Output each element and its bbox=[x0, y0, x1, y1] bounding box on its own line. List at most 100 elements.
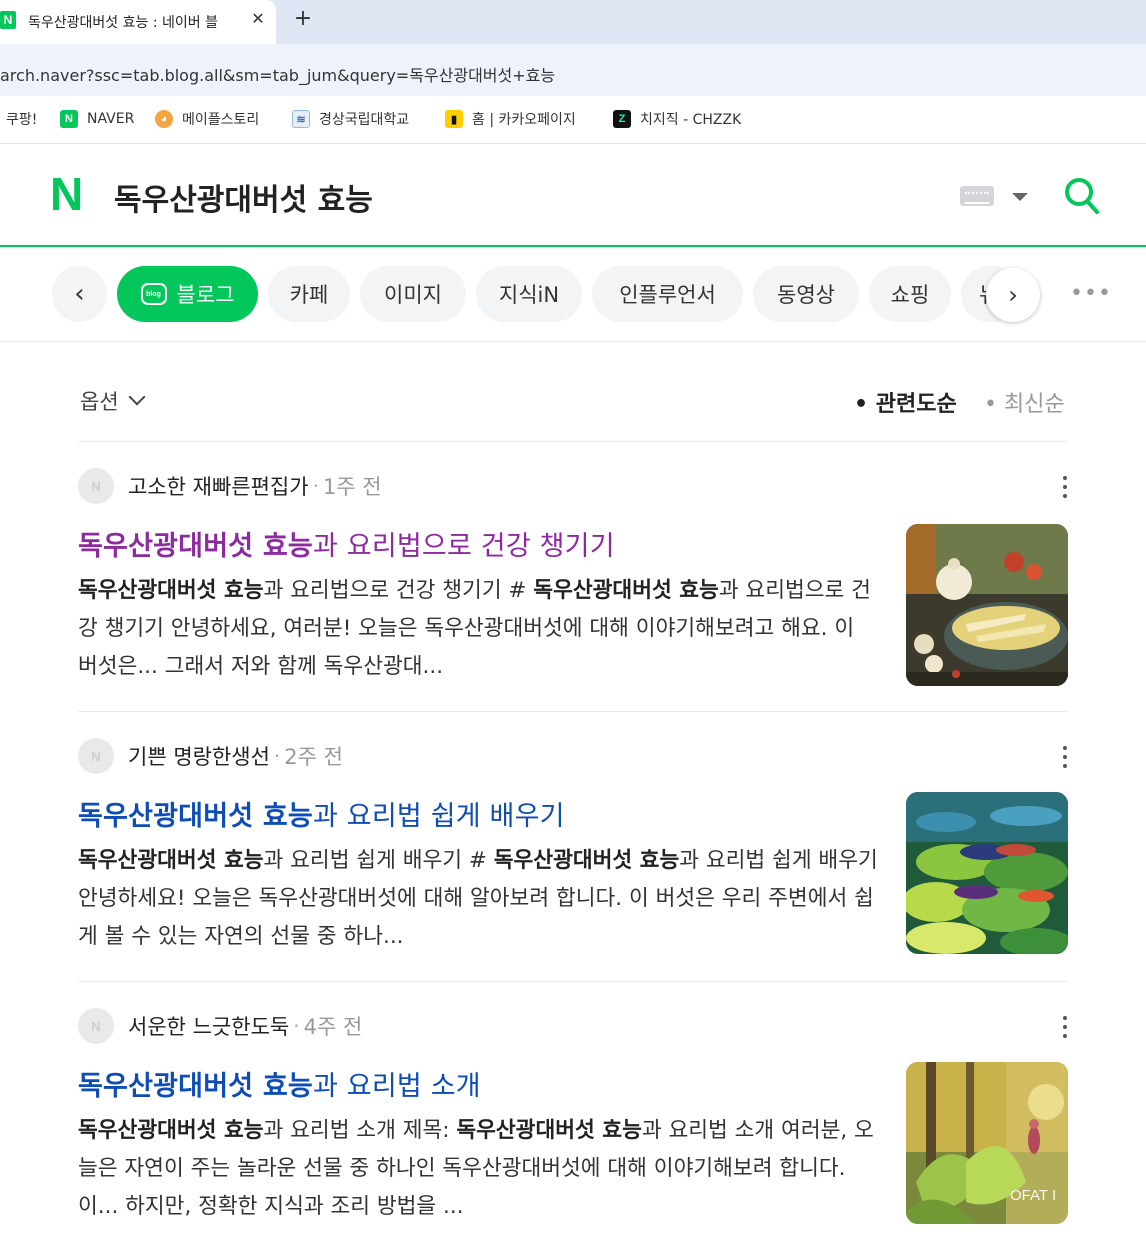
bookmark-naver[interactable]: N NAVER bbox=[60, 108, 134, 130]
bookmark-label: 치지직 - CHZZK bbox=[640, 112, 742, 128]
more-options-icon[interactable] bbox=[1062, 746, 1068, 768]
avatar[interactable]: N bbox=[78, 468, 114, 504]
tab-label: 지식iN bbox=[498, 283, 560, 307]
tab-influencer[interactable]: 인플루언서 bbox=[592, 266, 743, 322]
chevron-down-icon bbox=[128, 388, 146, 406]
search-icon[interactable] bbox=[1064, 177, 1100, 215]
result-title-link[interactable]: 독우산광대버섯 효능과 요리법 쉽게 배우기 bbox=[78, 794, 565, 833]
title-rest: 과 요리법 소개 bbox=[312, 1071, 481, 1102]
title-highlight: 독우산광대버섯 효능 bbox=[78, 1071, 313, 1102]
bookmark-maplestory[interactable]: ◕ 메이플스토리 bbox=[155, 108, 259, 130]
result-snippet[interactable]: 독우산광대버섯 효능과 요리법으로 건강 챙기기 # 독우산광대버섯 효능과 요… bbox=[78, 572, 878, 686]
kakaopage-icon: ▮ bbox=[445, 110, 463, 128]
snippet-highlight: 독우산광대버섯 효능 bbox=[78, 1118, 264, 1143]
bookmark-kakaopage[interactable]: ▮ 홈 | 카카오페이지 bbox=[445, 108, 576, 130]
tab-close-icon[interactable]: ✕ bbox=[248, 9, 268, 31]
more-options-icon[interactable] bbox=[1062, 476, 1068, 498]
result-title-link[interactable]: 독우산광대버섯 효능과 요리법으로 건강 챙기기 bbox=[78, 524, 615, 563]
options-button[interactable]: 옵션 bbox=[80, 386, 146, 416]
bookmark-label: 메이플스토리 bbox=[182, 112, 260, 128]
tab-kin[interactable]: 지식iN bbox=[476, 266, 582, 322]
avatar[interactable]: N bbox=[78, 1008, 114, 1044]
search-header: N 독우산광대버섯 효능 bbox=[0, 145, 1146, 247]
maplestory-icon: ◕ bbox=[155, 110, 173, 128]
snippet-highlight: 독우산광대버섯 효능 bbox=[456, 1118, 642, 1143]
result-title-link[interactable]: 독우산광대버섯 효능과 요리법 소개 bbox=[78, 1064, 481, 1103]
bookmark-label: 홈 | 카카오페이지 bbox=[472, 112, 576, 128]
title-highlight: 독우산광대버섯 효능 bbox=[78, 531, 313, 562]
post-time: 2주 전 bbox=[284, 745, 343, 769]
tab-blog[interactable]: blog 블로그 bbox=[117, 266, 258, 322]
separator-dot: · bbox=[273, 744, 281, 768]
bookmark-label: NAVER bbox=[87, 111, 135, 127]
snippet-text: 과 요리법 소개 제목: bbox=[263, 1118, 457, 1143]
options-row: 옵션 • 관련도순 • 최신순 bbox=[78, 342, 1068, 442]
prev-categories-button[interactable]: ‹ bbox=[52, 266, 107, 322]
tab-cafe[interactable]: 카페 bbox=[268, 266, 350, 322]
tab-label: 이미지 bbox=[384, 283, 442, 307]
tab-label: 블로그 bbox=[176, 283, 235, 307]
author-name[interactable]: 기쁜 명랑한생선 bbox=[128, 741, 270, 771]
result-thumbnail[interactable] bbox=[906, 524, 1068, 686]
browser-tab[interactable]: N 독우산광대버섯 효능 : 네이버 블 ✕ bbox=[0, 0, 276, 44]
result-snippet[interactable]: 독우산광대버섯 효능과 요리법 쉽게 배우기 # 독우산광대버섯 효능과 요리법… bbox=[78, 842, 878, 956]
search-result: N 기쁜 명랑한생선 · 2주 전 독우산광대버섯 효능과 요리법 쉽게 배우기… bbox=[78, 712, 1068, 982]
result-thumbnail[interactable]: OFAT I bbox=[906, 1062, 1068, 1224]
chzzk-icon: Z bbox=[613, 110, 631, 128]
search-result: N 고소한 재빠른편집가 · 1주 전 독우산광대버섯 효능과 요리법으로 건강… bbox=[78, 442, 1068, 712]
avatar[interactable]: N bbox=[78, 738, 114, 774]
title-rest: 과 요리법으로 건강 챙기기 bbox=[312, 531, 615, 562]
tab-title: 독우산광대버섯 효능 : 네이버 블 bbox=[28, 15, 218, 31]
university-icon: ≋ bbox=[292, 110, 310, 128]
options-label: 옵션 bbox=[80, 390, 119, 414]
author-row[interactable]: N 기쁜 명랑한생선 · 2주 전 bbox=[78, 738, 343, 774]
post-time: 4주 전 bbox=[303, 1015, 363, 1039]
title-rest: 과 요리법 쉽게 배우기 bbox=[312, 801, 565, 832]
bookmarks-bar: 쿠팡! N NAVER ◕ 메이플스토리 ≋ 경상국립대학교 ▮ 홈 | 카카오… bbox=[0, 96, 1146, 144]
separator-dot: · bbox=[312, 474, 319, 498]
category-tabs: ‹ blog 블로그 카페 이미지 지식iN 인플루언서 동영상 쇼핑 뉴스 ›… bbox=[0, 247, 1146, 342]
separator-dot: · bbox=[293, 1014, 300, 1038]
author-name[interactable]: 고소한 재빠른편집가 bbox=[128, 471, 309, 501]
address-bar: arch.naver?ssc=tab.blog.all&sm=tab_jum&q… bbox=[0, 44, 1146, 96]
tab-label: 동영상 bbox=[777, 283, 835, 307]
snippet-text: 과 요리법으로 건강 챙기기 # bbox=[263, 578, 534, 603]
snippet-highlight: 독우산광대버섯 효능 bbox=[533, 578, 719, 603]
tab-label: 쇼핑 bbox=[890, 283, 930, 307]
snippet-highlight: 독우산광대버섯 효능 bbox=[78, 848, 264, 873]
author-row[interactable]: N 고소한 재빠른편집가 · 1주 전 bbox=[78, 468, 382, 504]
more-options-icon[interactable] bbox=[1062, 1016, 1068, 1038]
bookmark-chzzk[interactable]: Z 치지직 - CHZZK bbox=[613, 108, 741, 130]
next-categories-button[interactable]: › bbox=[986, 268, 1040, 322]
more-menu-icon[interactable]: ••• bbox=[1070, 281, 1112, 306]
snippet-text: 과 요리법 쉽게 배우기 # bbox=[263, 848, 494, 873]
result-snippet[interactable]: 독우산광대버섯 효능과 요리법 소개 제목: 독우산광대버섯 효능과 요리법 소… bbox=[78, 1112, 878, 1226]
post-time: 1주 전 bbox=[322, 475, 382, 499]
sort-latest[interactable]: • 최신순 bbox=[984, 386, 1065, 418]
bookmark-label: 경상국립대학교 bbox=[319, 112, 410, 128]
browser-tab-bar: N 독우산광대버섯 효능 : 네이버 블 ✕ + bbox=[0, 0, 1146, 44]
tab-label: 카페 bbox=[289, 283, 329, 307]
bookmark-coupang[interactable]: 쿠팡! bbox=[6, 108, 37, 130]
sort-relevance[interactable]: • 관련도순 bbox=[854, 386, 957, 418]
result-thumbnail[interactable] bbox=[906, 792, 1068, 954]
author-row[interactable]: N 서운한 느긋한도둑 · 4주 전 bbox=[78, 1008, 362, 1044]
new-tab-button[interactable]: + bbox=[290, 6, 316, 36]
naver-logo[interactable]: N bbox=[50, 171, 90, 217]
bookmark-label: 쿠팡! bbox=[6, 112, 38, 128]
tab-label: 인플루언서 bbox=[619, 283, 716, 307]
url-input[interactable]: arch.naver?ssc=tab.blog.all&sm=tab_jum&q… bbox=[0, 62, 555, 86]
tab-shopping[interactable]: 쇼핑 bbox=[869, 266, 951, 322]
naver-icon: N bbox=[60, 110, 78, 128]
keyboard-icon[interactable] bbox=[960, 186, 994, 206]
thumbnail-watermark: OFAT I bbox=[1010, 1187, 1056, 1204]
tab-video[interactable]: 동영상 bbox=[753, 266, 859, 322]
author-name[interactable]: 서운한 느긋한도둑 bbox=[128, 1011, 289, 1041]
blog-icon: blog bbox=[140, 283, 167, 305]
bookmark-university[interactable]: ≋ 경상국립대학교 bbox=[292, 108, 409, 130]
title-highlight: 독우산광대버섯 효능 bbox=[78, 801, 313, 832]
search-input[interactable]: 독우산광대버섯 효능 bbox=[114, 175, 373, 219]
tab-image[interactable]: 이미지 bbox=[360, 266, 466, 322]
snippet-highlight: 독우산광대버섯 효능 bbox=[493, 848, 680, 873]
keyboard-dropdown-icon[interactable] bbox=[1012, 193, 1028, 201]
